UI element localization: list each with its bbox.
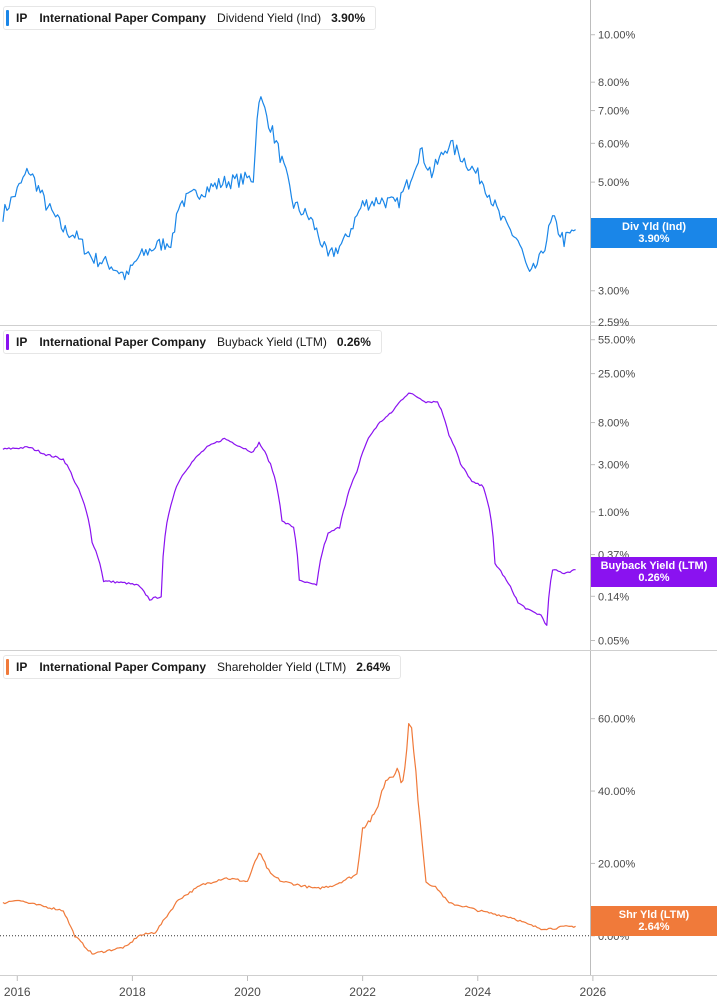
series-line — [2, 392, 576, 626]
y-tick-label: 8.00% — [598, 77, 629, 89]
y-tick-label: 0.05% — [598, 636, 629, 648]
tag-value: 3.90% — [638, 233, 670, 245]
legend-color-bar — [6, 659, 9, 675]
last-value-tag-shareholder: Shr Yld (LTM) 2.64% — [591, 906, 717, 936]
y-tick-label: 10.00% — [598, 30, 636, 42]
tag-label: Buyback Yield (LTM) — [600, 560, 708, 572]
x-tick-label: 2018 — [119, 985, 146, 999]
legend-symbol: IP — [16, 335, 28, 349]
y-tick-label: 3.00% — [598, 460, 629, 472]
last-value-tag-buyback: Buyback Yield (LTM) 0.26% — [591, 557, 717, 587]
legend-metric: Shareholder Yield (LTM) — [217, 660, 347, 674]
legend-value: 3.90% — [331, 11, 366, 25]
series-lines — [2, 96, 576, 955]
x-tick-label: 2016 — [4, 985, 31, 999]
y-tick-label: 5.00% — [598, 177, 629, 189]
x-tick-label: 2022 — [349, 985, 376, 999]
x-axis: 2016 2018 2020 2022 2024 2026 — [0, 975, 717, 999]
legend-symbol: IP — [16, 11, 28, 25]
y-tick-label: 40.00% — [598, 786, 636, 798]
legend-value: 2.64% — [356, 660, 391, 674]
legend-shareholder[interactable]: IP International Paper Company Sharehold… — [3, 655, 402, 679]
y-tick-label: 3.00% — [598, 286, 629, 298]
y-tick-label: 20.00% — [598, 858, 636, 870]
series-line — [2, 96, 576, 281]
legend-color-bar — [6, 334, 9, 350]
legend-value: 0.26% — [336, 335, 371, 349]
y-tick-label: 1.00% — [598, 507, 629, 519]
legend-symbol: IP — [16, 660, 28, 674]
x-tick-label: 2026 — [580, 985, 607, 999]
legend-company: International Paper Company — [39, 660, 207, 674]
tag-label: Div Yld (Ind) — [622, 221, 686, 233]
x-tick-label: 2020 — [234, 985, 261, 999]
y-tick-label: 55.00% — [598, 335, 636, 347]
y-tick-label: 7.00% — [598, 106, 629, 118]
y-tick-label: 6.00% — [598, 138, 629, 150]
y-tick-label: 8.00% — [598, 418, 629, 430]
tag-value: 0.26% — [638, 572, 670, 584]
chart-canvas: 10.00%8.00%7.00%6.00%5.00%4.00%3.00%2.59… — [0, 0, 717, 999]
legend-company: International Paper Company — [39, 11, 207, 25]
y-tick-label: 2.59% — [598, 317, 629, 329]
y-tick-label: 60.00% — [598, 714, 636, 726]
legend-buyback[interactable]: IP International Paper Company Buyback Y… — [3, 330, 382, 354]
legend-dividend[interactable]: IP International Paper Company Dividend … — [3, 6, 377, 30]
last-value-tag-dividend: Div Yld (Ind) 3.90% — [591, 218, 717, 248]
y-tick-label: 25.00% — [598, 369, 636, 381]
series-line — [2, 723, 576, 955]
legend-color-bar — [6, 10, 9, 26]
legend-metric: Dividend Yield (Ind) — [217, 11, 322, 25]
x-tick-label: 2024 — [464, 985, 491, 999]
tag-value: 2.64% — [638, 921, 670, 933]
y-axes: 10.00%8.00%7.00%6.00%5.00%4.00%3.00%2.59… — [0, 30, 636, 943]
legend-company: International Paper Company — [39, 335, 207, 349]
legend-metric: Buyback Yield (LTM) — [217, 335, 327, 349]
tag-label: Shr Yld (LTM) — [618, 909, 690, 921]
y-tick-label: 0.14% — [598, 591, 629, 603]
